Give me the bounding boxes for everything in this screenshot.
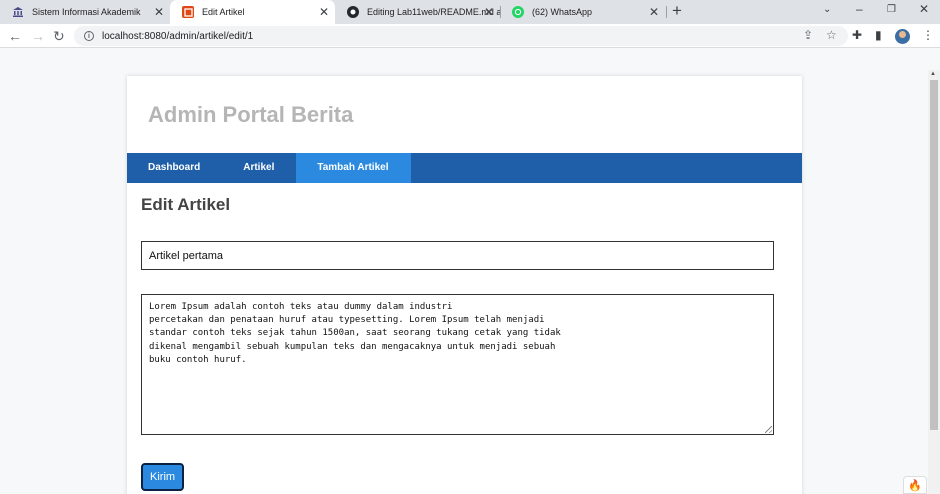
site-header: Admin Portal Berita <box>127 76 802 153</box>
body-text: Lorem Ipsum adalah contoh teks atau dumm… <box>149 302 561 365</box>
tab-separator <box>666 6 667 18</box>
scroll-up-icon[interactable]: ▲ <box>930 71 936 77</box>
back-icon[interactable]: ← <box>8 27 22 45</box>
submit-button[interactable]: Kirim <box>141 463 185 491</box>
github-icon <box>347 6 359 18</box>
tab-whatsapp[interactable]: (62) WhatsApp ✕ <box>500 0 665 24</box>
resize-handle[interactable] <box>765 426 772 433</box>
browser-tab-strip: Sistem Informasi Akademik ✕ Edit Artikel… <box>0 0 940 24</box>
close-tab-icon[interactable]: ✕ <box>484 5 494 19</box>
tab-search-icon[interactable]: ⌄ <box>823 4 831 15</box>
browser-toolbar: ← → ↻ i localhost:8080/admin/artikel/edi… <box>0 24 940 48</box>
share-icon[interactable]: ⇪ <box>803 28 813 42</box>
university-icon <box>12 6 24 18</box>
close-tab-icon[interactable]: ✕ <box>154 5 164 19</box>
tab-title: Edit Artikel <box>202 7 245 17</box>
site-info-icon[interactable]: i <box>84 31 94 41</box>
tab-edit-artikel[interactable]: Edit Artikel ✕ <box>170 0 335 24</box>
page-scrollbar[interactable]: ▲ <box>928 70 940 494</box>
title-input[interactable] <box>141 241 774 270</box>
menu-kebab-icon[interactable]: ⋮ <box>922 28 934 42</box>
site-title: Admin Portal Berita <box>148 102 354 127</box>
body-textarea[interactable]: Lorem Ipsum adalah contoh teks atau dumm… <box>141 294 774 435</box>
page-viewport: Admin Portal Berita Dashboard Artikel Ta… <box>0 70 928 494</box>
forward-icon[interactable]: → <box>31 27 45 45</box>
address-url: localhost:8080/admin/artikel/edit/1 <box>102 30 254 42</box>
restore-icon[interactable]: ❐ <box>887 4 896 15</box>
main-nav: Dashboard Artikel Tambah Artikel <box>127 153 802 183</box>
tab-title: Editing Lab11web/README.md a <box>367 7 500 17</box>
close-tab-icon[interactable]: ✕ <box>649 5 659 19</box>
scrollbar-thumb[interactable] <box>930 80 938 430</box>
tab-github-readme[interactable]: Editing Lab11web/README.md a ✕ <box>335 0 500 24</box>
new-tab-icon[interactable]: + <box>672 1 682 21</box>
tab-sistem-informasi[interactable]: Sistem Informasi Akademik ✕ <box>0 0 170 24</box>
codeigniter-icon <box>182 6 194 18</box>
bookmark-star-icon[interactable]: ☆ <box>826 28 837 42</box>
profile-avatar[interactable] <box>895 29 910 44</box>
main-content: Edit Artikel Lorem Ipsum adalah contoh t… <box>127 183 802 494</box>
address-bar[interactable]: i localhost:8080/admin/artikel/edit/1 <box>74 26 848 46</box>
extensions-icon[interactable]: ✚ <box>852 28 862 42</box>
nav-dashboard[interactable]: Dashboard <box>127 153 222 183</box>
close-tab-icon[interactable]: ✕ <box>319 5 329 19</box>
side-panel-icon[interactable]: ▮ <box>875 28 882 42</box>
codeigniter-debug-icon[interactable]: 🔥 <box>903 476 927 494</box>
page-heading: Edit Artikel <box>141 195 231 214</box>
nav-tambah-artikel[interactable]: Tambah Artikel <box>296 153 411 183</box>
minimize-icon[interactable]: – <box>856 2 863 16</box>
admin-container: Admin Portal Berita Dashboard Artikel Ta… <box>127 76 802 494</box>
tab-title: (62) WhatsApp <box>532 7 593 17</box>
tab-title: Sistem Informasi Akademik <box>32 7 141 17</box>
window-close-icon[interactable]: ✕ <box>919 2 929 16</box>
whatsapp-icon <box>512 6 524 18</box>
nav-artikel[interactable]: Artikel <box>222 153 296 183</box>
reload-icon[interactable]: ↻ <box>53 27 65 45</box>
